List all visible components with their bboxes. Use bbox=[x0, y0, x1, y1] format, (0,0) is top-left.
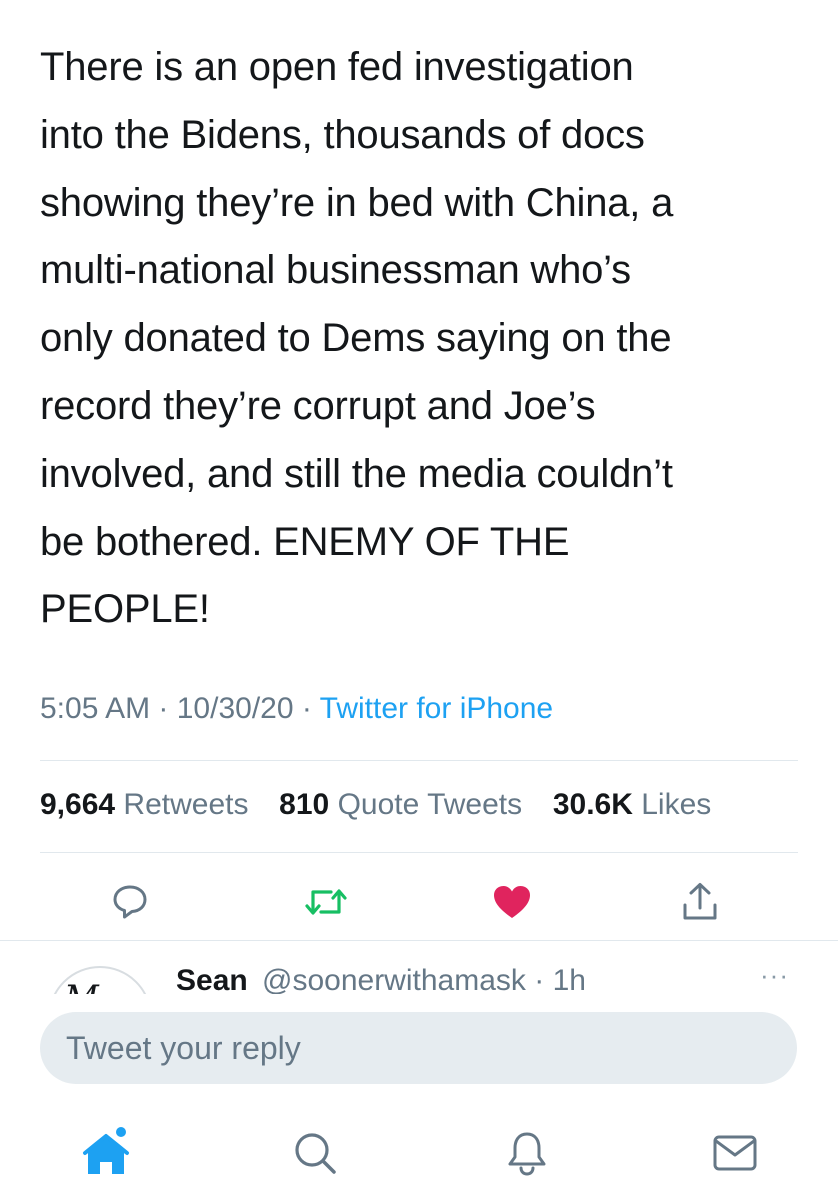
notifications-icon bbox=[508, 1132, 546, 1176]
tweet-detail-screen: There is an open fed investigation into … bbox=[0, 0, 838, 1200]
tweet-date: 10/30/20 bbox=[176, 692, 294, 725]
retweets-count: 9,664 bbox=[40, 788, 116, 821]
search-icon bbox=[295, 1133, 336, 1174]
tweet-text-line: showing they’re in bed with China, a bbox=[40, 180, 674, 225]
tweet-text: There is an open fed investigation into … bbox=[40, 34, 810, 644]
comment-icon bbox=[113, 885, 147, 919]
meta-separator: · bbox=[158, 692, 177, 725]
tweet-text-line: record they’re corrupt and Joe’s bbox=[40, 383, 596, 428]
tweet-text-line: PEOPLE! bbox=[40, 587, 210, 632]
reply-item[interactable]: M Sean @soonerwithamask · 1h ··· bbox=[0, 950, 838, 994]
meta-separator: · bbox=[525, 964, 553, 994]
divider bbox=[0, 940, 838, 941]
reply-author-meta: @soonerwithamask · 1h bbox=[262, 964, 586, 994]
tweet-actions bbox=[0, 876, 838, 928]
heart-icon bbox=[494, 886, 530, 918]
tab-notifications[interactable] bbox=[500, 1126, 554, 1180]
quote-tweets-stat[interactable]: 810 Quote Tweets bbox=[279, 788, 530, 821]
bottom-tab-bar bbox=[0, 1118, 838, 1188]
share-icon bbox=[683, 883, 717, 920]
likes-label: Likes bbox=[641, 788, 712, 821]
divider bbox=[40, 852, 798, 853]
reply-age: 1h bbox=[552, 964, 586, 994]
quote-tweets-count: 810 bbox=[279, 788, 330, 821]
tab-home[interactable] bbox=[80, 1126, 134, 1180]
messages-icon bbox=[713, 1135, 757, 1171]
reply-author-handle: @soonerwithamask bbox=[262, 964, 526, 994]
tweet-text-line: be bothered. ENEMY OF THE bbox=[40, 519, 570, 564]
tab-messages[interactable] bbox=[708, 1126, 762, 1180]
meta-separator: · bbox=[301, 692, 320, 725]
retweet-button[interactable] bbox=[300, 876, 352, 928]
avatar[interactable]: M bbox=[48, 966, 152, 994]
reply-button[interactable] bbox=[104, 876, 156, 928]
share-button[interactable] bbox=[674, 876, 726, 928]
tweet-text-line: There is an open fed investigation bbox=[40, 45, 634, 89]
tweet-text-line: involved, and still the media couldn’t bbox=[40, 451, 673, 496]
tab-search[interactable] bbox=[288, 1126, 342, 1180]
tweet-stats: 9,664 Retweets 810 Quote Tweets 30.6K Li… bbox=[40, 788, 711, 822]
tweet-text-line: into the Bidens, thousands of docs bbox=[40, 112, 645, 157]
retweets-stat[interactable]: 9,664 Retweets bbox=[40, 788, 257, 821]
reply-composer[interactable]: Tweet your reply bbox=[40, 1012, 797, 1084]
reply-author-name[interactable]: Sean bbox=[176, 964, 248, 994]
retweets-label: Retweets bbox=[123, 788, 249, 821]
like-button[interactable] bbox=[486, 876, 538, 928]
tweet-time: 5:05 AM bbox=[40, 692, 151, 725]
avatar-logo: M bbox=[64, 978, 99, 994]
quote-tweets-label: Quote Tweets bbox=[337, 788, 523, 821]
tweet-meta: 5:05 AM · 10/30/20 · Twitter for iPhone bbox=[40, 692, 553, 726]
tweet-text-line: only donated to Dems saying on the bbox=[40, 316, 672, 361]
likes-count: 30.6K bbox=[552, 788, 633, 821]
reply-input-placeholder: Tweet your reply bbox=[66, 1030, 301, 1066]
more-options-icon[interactable]: ··· bbox=[760, 960, 789, 991]
tweet-text-line: multi-national businessman who’s bbox=[40, 248, 631, 293]
tweet-source-link[interactable]: Twitter for iPhone bbox=[320, 692, 553, 725]
home-icon bbox=[83, 1127, 129, 1174]
likes-stat[interactable]: 30.6K Likes bbox=[553, 788, 711, 821]
retweet-icon bbox=[305, 889, 347, 915]
divider bbox=[40, 760, 798, 761]
